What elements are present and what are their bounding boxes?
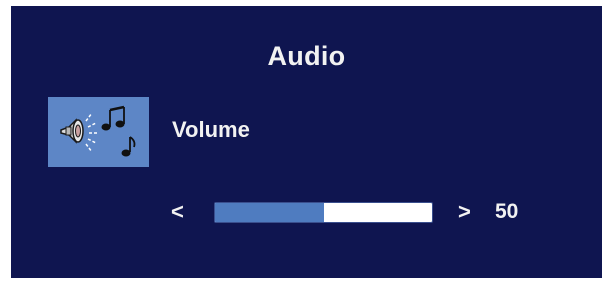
volume-decrease-arrow[interactable]: < xyxy=(171,200,184,224)
music-notes-icon xyxy=(101,105,136,157)
volume-slider[interactable] xyxy=(214,202,433,223)
speaker-icon xyxy=(60,118,84,144)
volume-value: 50 xyxy=(495,200,519,223)
sound-waves-icon xyxy=(85,112,98,153)
menu-title: Audio xyxy=(267,41,346,71)
volume-increase-arrow[interactable]: > xyxy=(458,200,471,224)
volume-slider-fill xyxy=(215,203,324,222)
osd-panel: Audio Volume < > 50 xyxy=(11,6,602,278)
volume-label: Volume xyxy=(172,117,250,142)
audio-speaker-icon xyxy=(48,97,149,167)
